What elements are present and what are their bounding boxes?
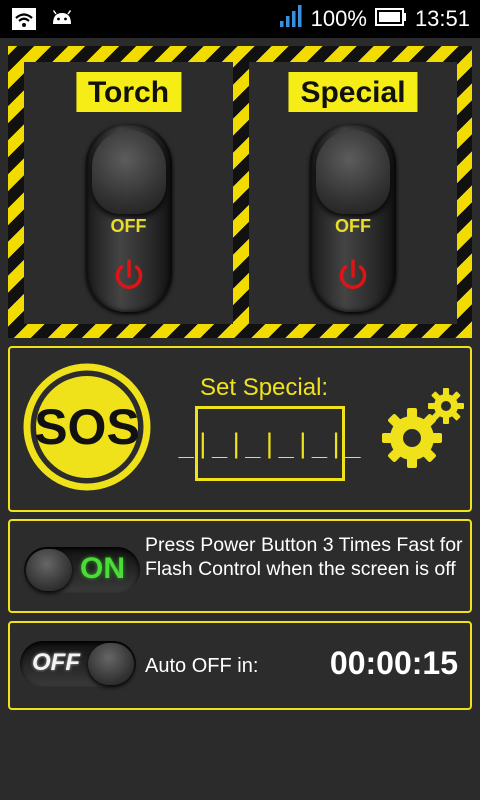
auto-off-switch[interactable]: OFF	[20, 641, 136, 687]
power-button-description: Press Power Button 3 Times Fast for Flas…	[145, 534, 463, 580]
battery-icon	[374, 6, 407, 32]
switch-knob	[88, 643, 134, 685]
signal-icon	[279, 5, 303, 33]
power-icon	[333, 256, 373, 300]
special-code-field[interactable]: _|_|_|_|_|_	[178, 406, 361, 481]
toggle-panel-frame: Torch OFF Special OFF	[8, 46, 472, 338]
power-button-switch[interactable]: ON	[24, 547, 140, 593]
battery-percent: 100%	[310, 6, 367, 31]
switch-knob	[26, 549, 72, 591]
wifi-icon	[12, 8, 36, 34]
sos-label: SOS	[34, 399, 140, 455]
auto-off-section: OFF Auto OFF in: 00:00:15	[8, 621, 472, 710]
torch-toggle-knob	[91, 130, 166, 214]
special-toggle[interactable]: OFF	[310, 124, 396, 312]
special-label: Special	[288, 72, 418, 112]
torch-state-label: OFF	[110, 216, 147, 236]
clock: 13:51	[414, 6, 470, 31]
auto-off-timer[interactable]: 00:00:15	[330, 645, 458, 682]
settings-gear-icon[interactable]	[378, 386, 468, 476]
android-icon	[50, 8, 74, 34]
switch-on-label: ON	[80, 552, 125, 585]
special-panel: Special OFF	[249, 62, 457, 324]
power-button-section: ON Press Power Button 3 Times Fast for F…	[8, 519, 472, 613]
sos-section: SOS Set Special: _|_|_|_|_|_	[8, 346, 472, 512]
power-icon	[109, 256, 149, 300]
switch-off-label: OFF	[32, 649, 80, 676]
sos-button[interactable]: SOS	[22, 362, 152, 492]
torch-panel: Torch OFF	[24, 62, 233, 324]
set-special-label: Set Special:	[200, 374, 329, 401]
special-toggle-knob	[316, 130, 390, 214]
torch-label: Torch	[75, 72, 182, 112]
torch-toggle[interactable]: OFF	[85, 124, 172, 312]
special-state-label: OFF	[335, 216, 371, 236]
special-code-value: _|_|_|_|_|_	[178, 428, 362, 459]
auto-off-label: Auto OFF in:	[145, 655, 259, 677]
status-bar: 100% 13:51	[0, 0, 480, 38]
